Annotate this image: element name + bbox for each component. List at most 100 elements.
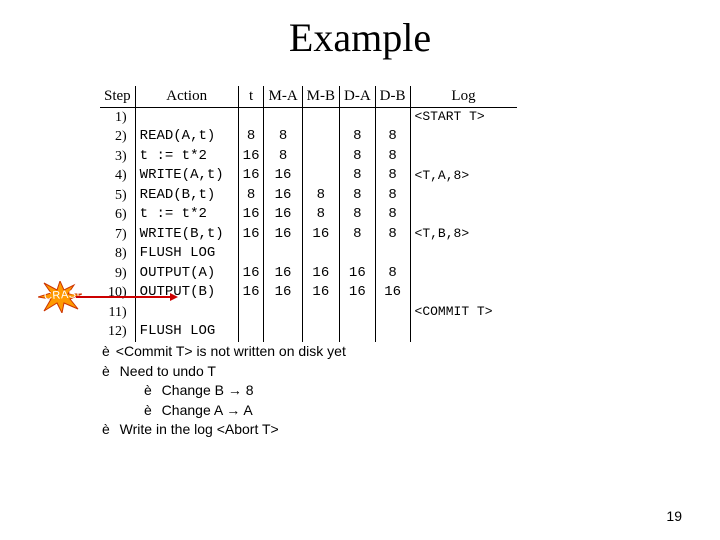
col-t: t xyxy=(238,86,264,107)
cell: WRITE(B,t) xyxy=(135,225,238,245)
cell: 8 xyxy=(302,186,339,206)
cell xyxy=(410,264,517,284)
cell xyxy=(410,147,517,167)
cell: 8 xyxy=(302,205,339,225)
cell xyxy=(340,322,376,342)
cell: 16 xyxy=(238,225,264,245)
cell: 3) xyxy=(100,147,135,167)
cell xyxy=(238,107,264,127)
table-row: 6)t := t*21616888 xyxy=(100,205,517,225)
cell: <COMMIT T> xyxy=(410,303,517,323)
cell: 16 xyxy=(340,283,376,303)
table-header-row: Step Action t M-A M-B D-A D-B Log xyxy=(100,86,517,107)
cell: 16 xyxy=(238,264,264,284)
cell: t := t*2 xyxy=(135,147,238,167)
cell xyxy=(302,107,339,127)
cell: 16 xyxy=(264,283,302,303)
bullet-arrow-icon: è xyxy=(144,401,152,421)
cell: 8 xyxy=(340,166,376,186)
crash-arrow-icon xyxy=(76,296,176,298)
cell xyxy=(264,303,302,323)
cell xyxy=(375,303,410,323)
cell: 8 xyxy=(340,147,376,167)
cell: 16 xyxy=(238,283,264,303)
cell: 16 xyxy=(264,264,302,284)
cell xyxy=(302,166,339,186)
cell: 8 xyxy=(375,147,410,167)
cell: 8 xyxy=(340,205,376,225)
bullet-4: è Change A → A xyxy=(102,401,346,421)
cell xyxy=(135,303,238,323)
cell: 16 xyxy=(238,205,264,225)
bullet-arrow-icon: è xyxy=(144,381,152,401)
cell xyxy=(410,322,517,342)
table-row: 5)READ(B,t)816888 xyxy=(100,186,517,206)
cell: FLUSH LOG xyxy=(135,244,238,264)
cell: 16 xyxy=(302,264,339,284)
cell: OUTPUT(B) xyxy=(135,283,238,303)
bullet-text: Change B → 8 xyxy=(158,382,254,398)
cell: 16 xyxy=(264,186,302,206)
cell: 8 xyxy=(340,127,376,147)
cell: 6) xyxy=(100,205,135,225)
cell xyxy=(340,244,376,264)
cell: <START T> xyxy=(410,107,517,127)
cell: 8 xyxy=(264,127,302,147)
cell: <T,A,8> xyxy=(410,166,517,186)
table-row: 4)WRITE(A,t)161688<T,A,8> xyxy=(100,166,517,186)
bullets: è<Commit T> is not written on disk yet è… xyxy=(102,342,346,440)
bullet-1: è<Commit T> is not written on disk yet xyxy=(102,342,346,362)
cell: WRITE(A,t) xyxy=(135,166,238,186)
bullet-arrow-icon: è xyxy=(102,362,110,382)
cell xyxy=(340,303,376,323)
col-da: D-A xyxy=(340,86,376,107)
table-row: 11) <COMMIT T> xyxy=(100,303,517,323)
cell: 8 xyxy=(375,264,410,284)
slide-title: Example xyxy=(0,14,720,61)
cell xyxy=(264,322,302,342)
col-log: Log xyxy=(410,86,517,107)
cell: t := t*2 xyxy=(135,205,238,225)
col-step: Step xyxy=(100,86,135,107)
cell: 16 xyxy=(340,264,376,284)
cell: 8 xyxy=(375,127,410,147)
bullet-arrow-icon: è xyxy=(102,342,110,362)
cell: 11) xyxy=(100,303,135,323)
cell: 16 xyxy=(238,147,264,167)
cell xyxy=(302,322,339,342)
cell: 8 xyxy=(375,166,410,186)
bullet-text: Write in the log <Abort T> xyxy=(116,421,279,437)
cell: READ(B,t) xyxy=(135,186,238,206)
page-number: 19 xyxy=(666,508,682,524)
col-action: Action xyxy=(135,86,238,107)
cell: 8 xyxy=(375,186,410,206)
bullet-3: è Change B → 8 xyxy=(102,381,346,401)
table-row: 9)OUTPUT(A)161616168 xyxy=(100,264,517,284)
cell: 16 xyxy=(264,205,302,225)
cell xyxy=(264,107,302,127)
crash-label: CRASH! xyxy=(44,287,89,302)
bullet-5: è Write in the log <Abort T> xyxy=(102,420,346,440)
cell: 8 xyxy=(264,147,302,167)
bullet-2: è Need to undo T xyxy=(102,362,346,382)
col-db: D-B xyxy=(375,86,410,107)
cell: 16 xyxy=(375,283,410,303)
cell: 8 xyxy=(238,127,264,147)
cell xyxy=(302,244,339,264)
cell: 16 xyxy=(238,166,264,186)
cell: 8 xyxy=(340,225,376,245)
table-row: 8)FLUSH LOG xyxy=(100,244,517,264)
cell: 4) xyxy=(100,166,135,186)
cell: 12) xyxy=(100,322,135,342)
cell xyxy=(410,244,517,264)
cell xyxy=(135,107,238,127)
cell: 10) xyxy=(100,283,135,303)
bullet-text: Change A → A xyxy=(158,402,253,418)
cell: 1) xyxy=(100,107,135,127)
col-ma: M-A xyxy=(264,86,302,107)
table-row: 2)READ(A,t)8888 xyxy=(100,127,517,147)
cell: 5) xyxy=(100,186,135,206)
table-row: 12)FLUSH LOG xyxy=(100,322,517,342)
cell: <T,B,8> xyxy=(410,225,517,245)
cell xyxy=(238,322,264,342)
